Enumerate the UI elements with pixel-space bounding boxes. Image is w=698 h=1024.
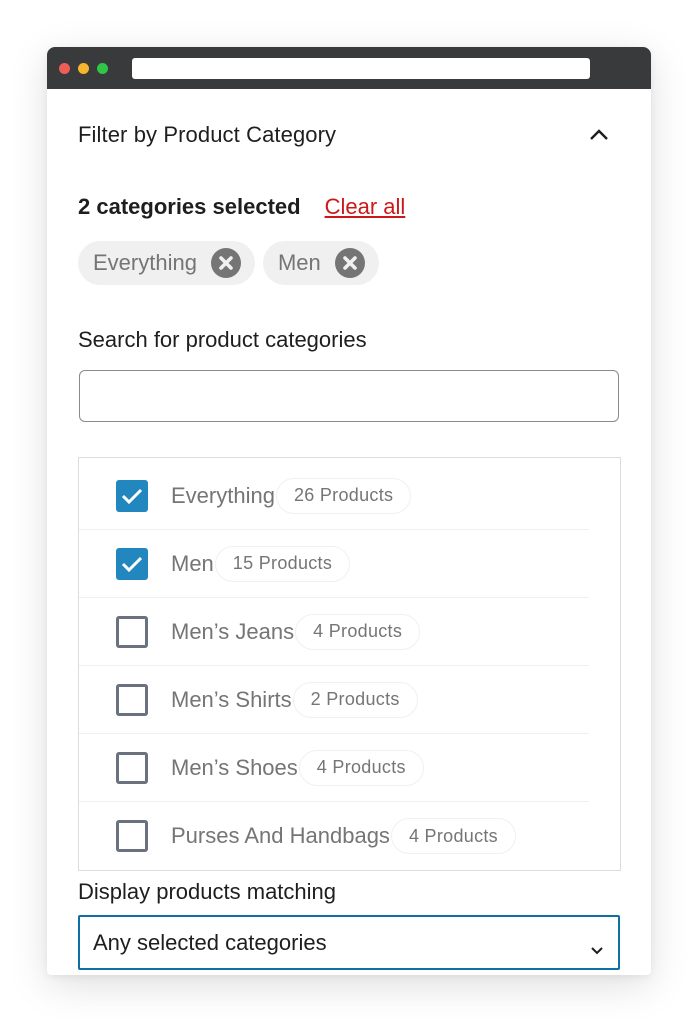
maximize-window-button[interactable] (97, 63, 108, 74)
category-label: Men’s Shirts (171, 686, 292, 712)
category-label: Men’s Shoes (171, 754, 298, 780)
selected-chips: Everything Men (78, 241, 379, 285)
address-bar[interactable] (132, 58, 590, 79)
category-item[interactable]: Men’s Shoes 4 Products (79, 734, 589, 802)
checkbox-checked[interactable] (116, 547, 148, 580)
browser-window: Filter by Product Category 2 categories … (47, 47, 651, 975)
checkbox-unchecked[interactable] (116, 615, 148, 648)
product-count-badge: 4 Products (298, 749, 424, 786)
selection-summary: 2 categories selected Clear all (78, 192, 405, 222)
product-count-badge: 26 Products (275, 477, 412, 514)
panel-title: Filter by Product Category (78, 122, 337, 147)
category-item[interactable]: Men’s Shirts 2 Products (79, 666, 589, 734)
checkbox-unchecked[interactable] (116, 820, 148, 852)
remove-circle-icon[interactable] (334, 248, 365, 278)
product-count-badge: 4 Products (295, 613, 421, 650)
category-label: Everything (171, 482, 275, 508)
product-count-badge: 15 Products (214, 545, 351, 582)
minimize-window-button[interactable] (78, 63, 89, 74)
chip-men: Men (262, 241, 379, 285)
chip-label: Everything (93, 250, 197, 275)
chevron-down-icon (590, 936, 604, 955)
remove-circle-icon[interactable] (210, 248, 241, 278)
checkbox-unchecked[interactable] (116, 751, 148, 784)
category-item[interactable]: Men 15 Products (79, 530, 589, 598)
category-item[interactable]: Men’s Jeans 4 Products (79, 598, 589, 666)
close-window-button[interactable] (59, 63, 70, 74)
selected-count: 2 categories selected (78, 194, 301, 219)
chevron-up-icon[interactable] (588, 124, 610, 146)
match-mode-label: Display products matching (78, 879, 337, 904)
clear-all-link[interactable]: Clear all (325, 194, 406, 220)
chip-label: Men (277, 250, 321, 275)
category-label: Men’s Jeans (171, 618, 295, 644)
product-count-badge: 2 Products (292, 681, 418, 718)
checkbox-checked[interactable] (116, 479, 148, 512)
category-item[interactable]: Purses And Handbags 4 Products (79, 802, 589, 870)
filter-panel: Filter by Product Category 2 categories … (78, 89, 621, 975)
chip-everything: Everything (78, 241, 255, 285)
category-label: Purses And Handbags (171, 823, 390, 848)
match-mode-select[interactable]: Any selected categories (78, 915, 620, 970)
product-count-badge: 4 Products (390, 818, 516, 854)
category-label: Men (171, 550, 214, 576)
category-search-input[interactable] (79, 370, 619, 422)
category-item[interactable]: Everything 26 Products (79, 462, 589, 530)
search-label: Search for product categories (78, 327, 367, 352)
window-titlebar (47, 47, 651, 89)
match-mode-value: Any selected categories (93, 929, 327, 955)
checkbox-unchecked[interactable] (116, 683, 148, 716)
panel-header[interactable]: Filter by Product Category (78, 120, 620, 150)
category-list[interactable]: Everything 26 Products Men 15 Products M… (78, 457, 621, 871)
